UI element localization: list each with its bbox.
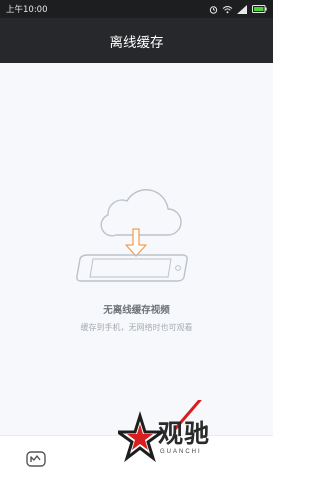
wifi-icon [222, 5, 233, 13]
offline-cache-content: 无离线缓存视频 缓存到手机，无网络时也可观看 [0, 63, 273, 435]
screen: 上午10:00 离线缓存 无离线缓存视频 缓存到手机，无网络时也可观看 观驰 G… [0, 0, 273, 480]
watermark-text: 观驰 [158, 419, 211, 448]
empty-state-subtitle: 缓存到手机，无网络时也可观看 [80, 323, 193, 332]
signal-icon [237, 4, 247, 14]
status-time: 上午10:00 [6, 5, 48, 15]
status-icons [209, 4, 267, 14]
battery-icon [252, 5, 267, 13]
page-title: 离线缓存 [109, 34, 164, 51]
page-header: 离线缓存 [0, 18, 273, 63]
video-tab-icon[interactable] [26, 451, 46, 467]
cloud-download-to-phone-icon [76, 189, 188, 282]
alarm-icon [209, 5, 218, 14]
status-bar: 上午10:00 [0, 0, 273, 18]
empty-state-title: 无离线缓存视频 [103, 305, 170, 316]
watermark-subtext: GUANCHI [160, 449, 202, 455]
